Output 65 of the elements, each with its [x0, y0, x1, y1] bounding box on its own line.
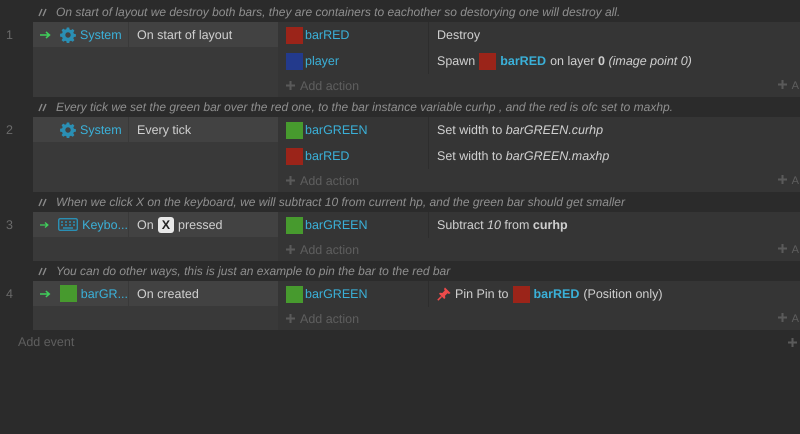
comment-icon — [38, 198, 47, 206]
event-number: 2 — [5, 122, 14, 139]
pin-icon — [437, 287, 451, 301]
action-text: Spawn — [437, 54, 476, 68]
condition-row[interactable]: Keybo... On X pressed — [33, 212, 278, 237]
plus-icon — [778, 312, 787, 322]
plus-icon — [286, 80, 295, 90]
action-text: Set width to barGREEN.curhp — [437, 123, 604, 137]
condition-row[interactable]: System Every tick — [33, 117, 278, 142]
plus-icon — [778, 80, 787, 88]
object-name[interactable]: System — [80, 122, 122, 136]
action-text: Destroy — [437, 28, 480, 42]
gear-icon — [60, 122, 76, 138]
object-name[interactable]: barGR... — [80, 286, 128, 300]
condition-text: pressed — [178, 218, 223, 232]
event-number: 1 — [5, 27, 14, 44]
comment-text: When we click X on the keyboard, we will subtract 10 from current hp, and the green bar should get smaller — [56, 195, 625, 209]
comment-icon — [38, 102, 47, 112]
object-name[interactable]: Keybo... — [82, 218, 128, 232]
comment-row[interactable]: On start of layout we destroy both bars, they are containers to eachother so destorying one will destroy all. — [0, 2, 800, 22]
comment-icon — [38, 266, 47, 276]
event-number: 4 — [5, 286, 14, 303]
comment-row[interactable]: You can do other ways, this is just an example to pin the bar to the red bar — [0, 261, 800, 281]
event-number: 3 — [5, 217, 14, 234]
object-name[interactable]: System — [80, 28, 122, 42]
action-row[interactable]: barGREEN Subtract 10 from curhp — [278, 212, 800, 238]
object-name[interactable]: barRED — [305, 149, 350, 163]
plus-icon — [286, 314, 295, 322]
action-text: on layer 0 (image point 0) — [550, 54, 692, 68]
plus-icon — [286, 244, 295, 254]
condition-text: On — [137, 218, 154, 232]
object-name[interactable]: player — [305, 54, 340, 68]
gear-icon — [60, 26, 76, 42]
comment-text: You can do other ways, this is just an example to pin the bar to the red bar — [56, 264, 450, 278]
condition-row[interactable]: System On start of layout — [33, 22, 278, 47]
plus-icon[interactable] — [788, 338, 797, 346]
action-text: Subtract 10 from curhp — [437, 218, 568, 232]
object-name[interactable]: barRED — [500, 54, 546, 68]
action-row[interactable]: barGREEN Pin Pin to barRED (Position only) — [278, 281, 800, 307]
action-text: Pin Pin to — [455, 287, 509, 301]
action-text: (Position only) — [583, 287, 663, 301]
condition-text: On start of layout — [137, 28, 232, 42]
object-name[interactable]: barGREEN — [305, 123, 368, 137]
object-name[interactable]: barGREEN — [305, 287, 368, 301]
object-name[interactable]: barRED — [305, 28, 350, 42]
action-text: Set width to barGREEN.maxhp — [437, 149, 610, 163]
comment-icon — [38, 8, 47, 16]
plus-icon — [778, 244, 787, 252]
key-cap: X — [158, 216, 174, 232]
action-row[interactable]: barRED Set width to barGREEN.maxhp — [278, 143, 800, 169]
action-row[interactable]: barRED Destroy — [278, 22, 800, 48]
condition-row[interactable]: barGR... On created — [33, 281, 278, 306]
action-row[interactable]: player Spawn barRED on layer 0 (image point 0) — [278, 48, 800, 74]
comment-row[interactable]: Every tick we set the green bar over the red one, to the bar instance variable curhp , and the red is ofc set to maxhp. — [0, 97, 800, 117]
plus-icon — [286, 176, 295, 184]
plus-icon — [778, 174, 787, 184]
object-name[interactable]: barGREEN — [305, 218, 368, 232]
comment-text: On start of layout we destroy both bars, they are containers to eachother so destorying one will destroy all. — [56, 5, 620, 19]
object-name[interactable]: barRED — [534, 287, 580, 301]
comment-row[interactable]: When we click X on the keyboard, we will subtract 10 from current hp, and the green bar should get smaller — [0, 192, 800, 212]
condition-text: Every tick — [137, 122, 192, 136]
condition-text: On created — [137, 286, 199, 300]
keyboard-icon — [58, 218, 78, 231]
action-row[interactable]: barGREEN Set width to barGREEN.curhp — [278, 117, 800, 143]
comment-text: Every tick we set the green bar over the red one, to the bar instance variable curhp , and the red is ofc set to maxhp. — [56, 100, 674, 114]
